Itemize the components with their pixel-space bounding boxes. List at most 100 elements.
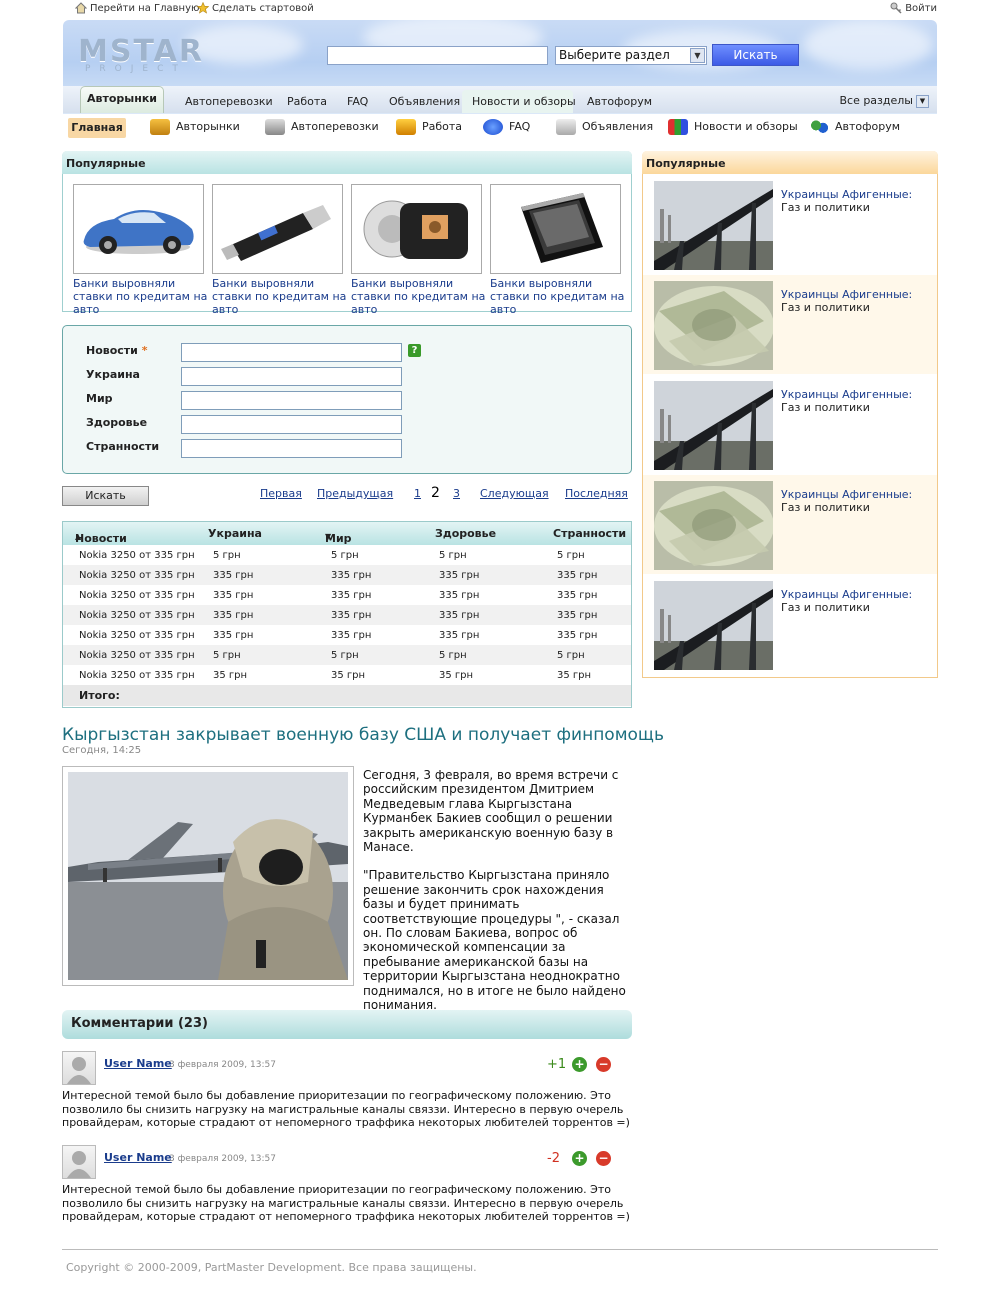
field-novosti[interactable] (181, 343, 402, 362)
set-start-link[interactable]: Сделать стартовой (196, 1, 314, 14)
table-cell: Nokia 3250 от 335 грн (79, 650, 195, 661)
popular-thumb-flash[interactable] (212, 184, 343, 274)
comment-date: 3 февраля 2009, 13:57 (169, 1060, 276, 1070)
popular-thumb-camera[interactable] (351, 184, 482, 274)
home-link[interactable]: Перейти на Главную (74, 2, 199, 14)
tab-autorynki[interactable]: Авторынки (80, 86, 164, 113)
vote-minus-button[interactable]: − (596, 1151, 611, 1166)
sidebar-item[interactable]: Украинцы Афигенные: Газ и политики (643, 475, 937, 574)
bridge-image[interactable] (654, 581, 773, 670)
nav-item-rabota[interactable]: Работа (396, 119, 462, 135)
field-mir[interactable] (181, 391, 402, 410)
table-cell: 335 грн (331, 590, 372, 601)
field-strannosti[interactable] (181, 439, 402, 458)
sidebar-item-title[interactable]: Украинцы Афигенные: (781, 188, 912, 201)
chevron-down-icon: ▼ (916, 94, 929, 108)
chevron-down-icon[interactable]: ▼ (690, 48, 705, 63)
col-header-ukraina[interactable]: Украина (208, 527, 262, 540)
table-cell: 35 грн (331, 670, 366, 681)
field-ukraina[interactable] (181, 367, 402, 386)
tab-faq[interactable]: FAQ (347, 95, 368, 108)
sidebar-item-text[interactable]: Украинцы Афигенные: Газ и политики (781, 488, 912, 514)
popular-thumb-phone[interactable] (490, 184, 621, 274)
comment-user[interactable]: User Name (104, 1057, 172, 1070)
sidebar-item-title[interactable]: Украинцы Афигенные: (781, 388, 912, 401)
tab-obyavleniya[interactable]: Объявления (389, 95, 460, 108)
sidebar-item[interactable]: Украинцы Афигенные: Газ и политики (643, 575, 937, 674)
article-image (62, 766, 354, 986)
popular-caption[interactable]: Банки выровняли ставки по кредитам на ав… (490, 277, 630, 316)
pager-current: 2 (431, 485, 440, 501)
all-sections-select[interactable]: Все разделы ▼ (839, 94, 929, 108)
login-link[interactable]: Войти (890, 2, 937, 14)
money-image[interactable] (654, 481, 774, 570)
table-cell: 335 грн (213, 570, 254, 581)
pager-first[interactable]: Первая (260, 487, 302, 500)
tab-autoperevozki[interactable]: Автоперевозки (185, 95, 273, 108)
money-image[interactable] (654, 281, 774, 370)
sidebar-item-text[interactable]: Украинцы Афигенные: Газ и политики (781, 388, 912, 414)
sidebar-item-title[interactable]: Украинцы Афигенные: (781, 288, 912, 301)
nav-home[interactable]: Главная (68, 118, 126, 138)
nav-item-novosti[interactable]: Новости и обзоры (668, 119, 798, 135)
article-title[interactable]: Кыргызстан закрывает военную базу США и … (62, 725, 664, 745)
bridge-image[interactable] (654, 181, 773, 270)
pager-page-3[interactable]: 3 (453, 487, 460, 500)
pager-prev[interactable]: Предыдущая (317, 487, 393, 500)
col-header-zdorovie[interactable]: Здоровье (435, 527, 496, 540)
tab-avtoforum[interactable]: Автофорум (587, 95, 652, 108)
sidebar-item-text[interactable]: Украинцы Афигенные: Газ и политики (781, 188, 912, 214)
sidebar-item[interactable]: Украинцы Афигенные: Газ и политики (643, 275, 937, 374)
popular-thumb-car[interactable] (73, 184, 204, 274)
bridge-image[interactable] (654, 381, 773, 470)
table-cell: 335 грн (439, 610, 480, 621)
footer-divider (62, 1249, 938, 1250)
sidebar-item-text[interactable]: Украинцы Афигенные: Газ и политики (781, 588, 912, 614)
top-bar: Перейти на Главную Сделать стартовой Вой… (74, 1, 937, 16)
sidebar-item-text[interactable]: Украинцы Афигенные: Газ и политики (781, 288, 912, 314)
pager-next[interactable]: Следующая (480, 487, 549, 500)
article-photo (68, 772, 348, 980)
popular-caption[interactable]: Банки выровняли ставки по кредитам на ав… (212, 277, 352, 316)
table-cell: 335 грн (439, 630, 480, 641)
nav-item-obyavleniya[interactable]: Объявления (556, 119, 653, 135)
popular-caption[interactable]: Банки выровняли ставки по кредитам на ав… (73, 277, 213, 316)
table-row: Nokia 3250 от 335 грн 335 грн 335 грн 335 г… (63, 605, 631, 625)
nav-item-autoperevozki[interactable]: Автоперевозки (265, 119, 379, 135)
sidebar-item[interactable]: Украинцы Афигенные: Газ и политики (643, 175, 937, 274)
help-icon[interactable]: ? (408, 344, 421, 357)
vote-plus-button[interactable]: + (572, 1057, 587, 1072)
usb-flash-image (221, 205, 331, 261)
pager-last[interactable]: Последняя (565, 487, 628, 500)
vote-plus-button[interactable]: + (572, 1151, 587, 1166)
sidebar-item[interactable]: Украинцы Афигенные: Газ и политики (643, 375, 937, 474)
comment-date: 3 февраля 2009, 13:57 (169, 1154, 276, 1164)
table-cell: 35 грн (439, 670, 474, 681)
search-button[interactable]: Искать (712, 44, 799, 66)
section-select[interactable]: Выберите раздел ▼ (555, 46, 707, 65)
tab-novosti[interactable]: Новости и обзоры (472, 95, 576, 108)
sidebar-title: Популярные (642, 151, 938, 174)
field-label-mir: Мир (86, 392, 113, 405)
vote-minus-button[interactable]: − (596, 1057, 611, 1072)
comment-user[interactable]: User Name (104, 1151, 172, 1164)
col-header-strannosti[interactable]: Странности (553, 527, 626, 540)
sidebar-item-title[interactable]: Украинцы Афигенные: (781, 588, 912, 601)
comments-header: Комментарии (23) (62, 1010, 632, 1039)
tab-rabota[interactable]: Работа (287, 95, 327, 108)
form-search-button[interactable]: Искать (62, 486, 149, 506)
nav-item-autorynki[interactable]: Авторынки (150, 119, 240, 135)
nav-item-faq[interactable]: FAQ (483, 119, 530, 135)
field-zdorovie[interactable] (181, 415, 402, 434)
search-input[interactable] (327, 46, 548, 65)
car-icon (150, 119, 170, 135)
sidebar-item-sub: Газ и политики (781, 201, 870, 214)
table-cell: 335 грн (213, 590, 254, 601)
work-icon (396, 119, 416, 135)
sidebar-item-title[interactable]: Украинцы Афигенные: (781, 488, 912, 501)
nav-item-avtoforum[interactable]: Автофорум (809, 119, 900, 135)
pager-page-1[interactable]: 1 (414, 487, 421, 500)
table-cell: 335 грн (213, 630, 254, 641)
popular-caption[interactable]: Банки выровняли ставки по кредитам на ав… (351, 277, 491, 316)
field-label-ukraina: Украина (86, 368, 140, 381)
